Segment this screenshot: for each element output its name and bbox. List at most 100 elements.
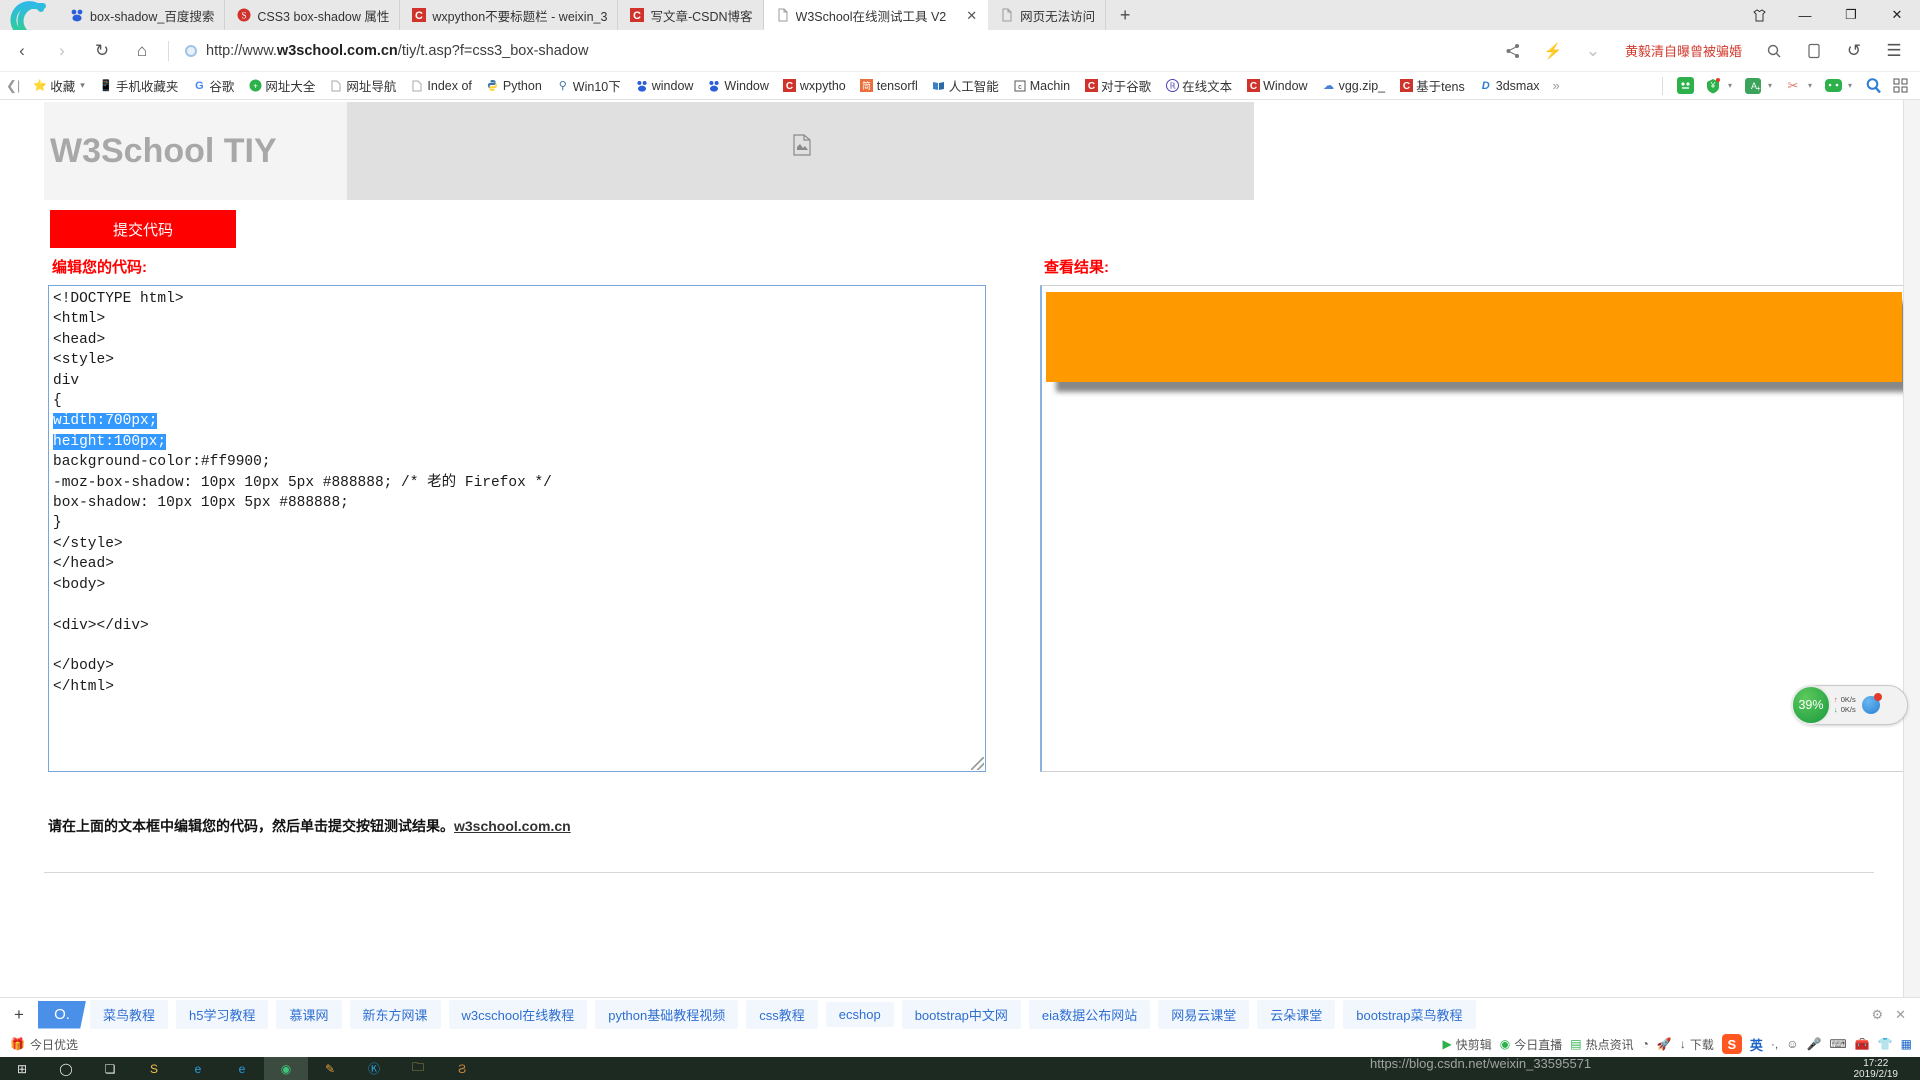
taskbar-editor-app[interactable]: ✎ bbox=[308, 1057, 352, 1080]
translate-icon[interactable]: A + bbox=[1740, 75, 1766, 97]
gear-icon[interactable]: ⚙ bbox=[1871, 1007, 1883, 1023]
browser-tab[interactable]: C wxpython不要标题栏 - weixin_3 bbox=[400, 0, 619, 30]
new-tab-button[interactable]: + bbox=[1106, 0, 1144, 30]
bookmark-item[interactable]: 人工智能 bbox=[925, 72, 1006, 99]
ime-emoji-icon[interactable]: ☺ bbox=[1786, 1037, 1798, 1051]
ime-mode[interactable]: 英 bbox=[1750, 1035, 1763, 1054]
speed-boost-icon[interactable] bbox=[1861, 693, 1882, 714]
menu-icon[interactable]: ☰ bbox=[1876, 33, 1912, 69]
live-tool[interactable]: ◉ 今日直播 bbox=[1500, 1036, 1563, 1053]
promo-text[interactable]: 黄毅清自曝曾被骗婚 bbox=[1615, 41, 1752, 60]
bookmark-item[interactable]: Python bbox=[479, 72, 549, 99]
close-button[interactable]: ✕ bbox=[1874, 0, 1920, 30]
toolbox-icon[interactable]: 🧰 bbox=[1855, 1037, 1870, 1051]
bookmark-item[interactable]: 网址导航 bbox=[322, 72, 403, 99]
bookmark-item[interactable]: ☁ vgg.zip_ bbox=[1315, 72, 1393, 99]
scissors-icon[interactable]: ✂ bbox=[1780, 75, 1806, 97]
share-icon[interactable] bbox=[1495, 33, 1531, 69]
clock-tool[interactable]: ◔ bbox=[1642, 1037, 1649, 1051]
bookmark-item[interactable]: 简 tensorfl bbox=[853, 72, 925, 99]
bookmark-item[interactable]: C 对于谷歌 bbox=[1077, 72, 1158, 99]
hot-search-item[interactable]: 网易云课堂 bbox=[1158, 1000, 1250, 1029]
taskbar-360-browser[interactable]: ◉ bbox=[264, 1057, 308, 1080]
hot-search-item[interactable]: bootstrap中文网 bbox=[901, 1000, 1021, 1029]
tablet-icon[interactable] bbox=[1796, 33, 1832, 69]
gamepad-icon[interactable] bbox=[1820, 75, 1846, 97]
taskbar-sogou-pinyin[interactable]: S bbox=[132, 1057, 176, 1080]
page-scrollbar[interactable] bbox=[1903, 100, 1920, 997]
chevron-down-icon[interactable]: ▾ bbox=[1848, 81, 1858, 90]
taskbar-edge-browser[interactable]: e bbox=[220, 1057, 264, 1080]
taskbar-kugou-app[interactable]: Ⓚ bbox=[352, 1057, 396, 1080]
network-speed-widget[interactable]: 39% ↑ ↓ 0K/s 0K/s bbox=[1791, 685, 1908, 725]
browser-tab[interactable]: box-shadow_百度搜索 bbox=[58, 0, 226, 30]
daily-picks[interactable]: 🎁 今日优选 bbox=[0, 1036, 78, 1053]
taskbar-ie-browser[interactable]: e bbox=[176, 1057, 220, 1080]
bookmarks-back-icon[interactable]: ❮| bbox=[0, 78, 26, 94]
sogou-ime-logo[interactable]: S bbox=[1721, 1034, 1742, 1054]
mic-icon[interactable]: 🎤 bbox=[1806, 1037, 1821, 1051]
bookmarks-overflow-icon[interactable]: » bbox=[1547, 78, 1566, 93]
bookmark-item[interactable]: C wxpytho bbox=[776, 72, 853, 99]
hot-search-item[interactable]: python基础教程视频 bbox=[595, 1000, 739, 1029]
bookmark-item[interactable]: Index of bbox=[403, 72, 478, 99]
hot-search-logo[interactable]: O. bbox=[38, 1000, 86, 1029]
browser-tab[interactable]: S CSS3 box-shadow 属性 bbox=[225, 0, 401, 30]
bookmark-item[interactable]: ℝ 在线文本 bbox=[1158, 72, 1239, 99]
add-hot-item-button[interactable]: + bbox=[0, 1005, 38, 1025]
bookmark-item[interactable]: C 基于tens bbox=[1392, 72, 1472, 99]
rocket-tool[interactable]: 🚀 bbox=[1657, 1037, 1672, 1051]
keyboard-icon[interactable]: ⌨ bbox=[1829, 1037, 1846, 1051]
bookmark-item[interactable]: G 谷歌 bbox=[185, 72, 241, 99]
wallet-icon[interactable]: ¥ bbox=[1700, 75, 1726, 97]
hot-search-item[interactable]: css教程 bbox=[746, 1000, 818, 1029]
game-icon[interactable] bbox=[1672, 75, 1698, 97]
ime-punctuation[interactable]: ·, bbox=[1771, 1037, 1778, 1051]
bolt-icon[interactable]: ⚡ bbox=[1535, 33, 1571, 69]
shirt-icon[interactable] bbox=[1736, 0, 1782, 30]
chevron-down-icon[interactable]: ▾ bbox=[1728, 81, 1738, 90]
bookmark-item[interactable]: 📱 手机收藏夹 bbox=[92, 72, 186, 99]
chevron-down-icon[interactable]: ▾ bbox=[1808, 81, 1818, 90]
search-icon[interactable] bbox=[1756, 33, 1792, 69]
home-icon[interactable]: ⌂ bbox=[124, 33, 160, 69]
address-bar[interactable]: http://www.w3school.com.cn/tiy/t.asp?f=c… bbox=[177, 36, 1495, 66]
minimize-button[interactable]: — bbox=[1782, 0, 1828, 30]
code-editor-textarea[interactable]: <!DOCTYPE html> <html> <head> <style> div {wi… bbox=[48, 285, 986, 772]
browser-tab[interactable]: C 写文章-CSDN博客 bbox=[618, 0, 764, 30]
hot-search-item[interactable]: 慕课网 bbox=[276, 1000, 342, 1029]
browser-tab-active[interactable]: W3School在线测试工具 V2 ✕ bbox=[763, 0, 989, 30]
hot-search-item[interactable]: eia数据公布网站 bbox=[1028, 1000, 1151, 1029]
forward-icon[interactable]: › bbox=[44, 33, 80, 69]
bookmark-item[interactable]: + 网址大全 bbox=[241, 72, 322, 99]
taskbar-sublime-app[interactable]: Ϩ bbox=[440, 1057, 484, 1080]
close-icon[interactable]: ✕ bbox=[966, 9, 977, 22]
chevron-down-icon[interactable]: ▾ bbox=[1768, 81, 1778, 90]
resize-handle[interactable] bbox=[971, 757, 984, 770]
chevron-down-icon[interactable]: ⌄ bbox=[1575, 33, 1611, 69]
shirt-icon[interactable]: 👕 bbox=[1878, 1037, 1893, 1051]
maximize-button[interactable]: ❐ bbox=[1828, 0, 1874, 30]
start-button[interactable]: ⊞ bbox=[0, 1057, 44, 1080]
taskbar-file-explorer[interactable]: 🗀 bbox=[396, 1057, 440, 1080]
bookmark-item[interactable]: c Machin bbox=[1006, 72, 1077, 99]
close-icon[interactable]: ✕ bbox=[1895, 1007, 1906, 1023]
hot-search-item[interactable]: bootstrap菜鸟教程 bbox=[1343, 1000, 1476, 1029]
hot-search-item[interactable]: 新东方网课 bbox=[349, 1000, 441, 1029]
bookmark-item[interactable]: Window bbox=[700, 72, 775, 99]
task-view-button[interactable]: ❏ bbox=[88, 1057, 132, 1080]
bookmark-item[interactable]: window bbox=[628, 72, 701, 99]
taskbar-clock[interactable]: 17:22 2019/2/19 bbox=[1854, 1058, 1920, 1080]
download-tool[interactable]: ↓ 下载 bbox=[1680, 1036, 1714, 1053]
hot-search-item[interactable]: 菜鸟教程 bbox=[90, 1000, 169, 1029]
hot-search-item[interactable]: 云朵课堂 bbox=[1257, 1000, 1336, 1029]
bookmark-item-favorites[interactable]: ⭐ 收藏 ▾ bbox=[26, 72, 92, 99]
hot-search-item[interactable]: w3cschool在线教程 bbox=[448, 1000, 588, 1029]
back-icon[interactable]: ‹ bbox=[4, 33, 40, 69]
bookmark-item[interactable]: ⚲ Win10下 bbox=[549, 72, 628, 99]
apps-icon[interactable] bbox=[1888, 75, 1914, 97]
w3school-link[interactable]: w3school.com.cn bbox=[454, 818, 571, 834]
hot-search-item[interactable]: h5学习教程 bbox=[176, 1000, 269, 1029]
magnifier-icon[interactable] bbox=[1860, 75, 1886, 97]
quick-edit-tool[interactable]: ▶ 快剪辑 bbox=[1443, 1036, 1492, 1053]
